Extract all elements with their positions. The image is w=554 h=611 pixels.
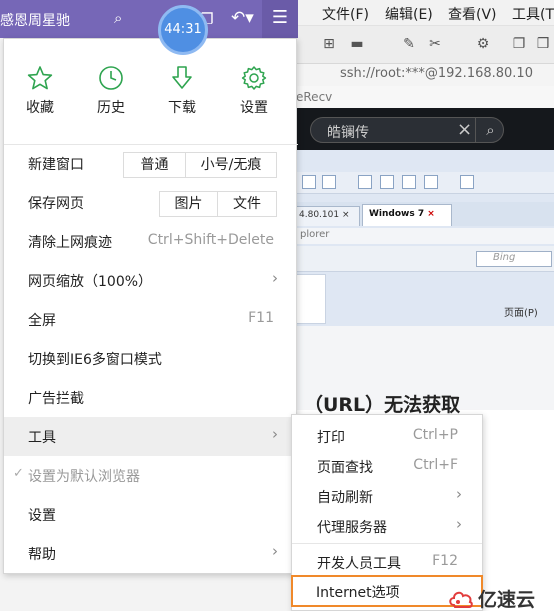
star-icon <box>27 66 53 90</box>
ssh-address: ssh://root:***@192.168.80.10 <box>296 64 554 86</box>
disconnect-icon[interactable]: ✂ <box>426 36 444 52</box>
quick-history[interactable]: 历史 <box>76 39 146 129</box>
toolbar-button-icon[interactable] <box>380 175 394 189</box>
search-icon[interactable]: ⌕ <box>475 118 505 142</box>
browser-titlebar: 感恩周星驰 ⌕ ❐ ↶▾ ☰ <box>0 0 298 38</box>
ie-page-menu[interactable]: 页面(P) <box>504 304 538 319</box>
page-title: 感恩周星驰 <box>0 13 70 29</box>
chevron-right-icon: › <box>456 485 462 503</box>
quick-history-label: 历史 <box>97 100 125 116</box>
menu-item-adblock[interactable]: 广告拦截 <box>4 378 298 417</box>
submenu-divider <box>292 543 482 544</box>
check-icon: ✓ <box>13 466 24 481</box>
toolbar-button-icon[interactable] <box>322 175 336 189</box>
video-search-box[interactable]: 皓镧传 × ⌕ <box>310 117 504 143</box>
submenu-item-print[interactable]: 打印 Ctrl+P <box>292 420 482 450</box>
submenu-item-auto-refresh[interactable]: 自动刷新 › <box>292 480 482 510</box>
toolbar-button-icon[interactable] <box>460 175 474 189</box>
remote-tabs: 4.80.101 × Windows 7 × <box>296 202 554 226</box>
open-folder-icon[interactable]: ▬ <box>348 36 366 52</box>
save-as-image-button[interactable]: 图片 <box>160 192 218 216</box>
new-window-options: 普通 小号/无痕 <box>123 152 277 178</box>
search-icon[interactable]: ⌕ <box>114 9 122 27</box>
menu-item-zoom[interactable]: 网页缩放（100%） › <box>4 261 298 300</box>
save-as-file-button[interactable]: 文件 <box>218 192 276 216</box>
menu-item-clear-traces[interactable]: 清除上网痕迹 Ctrl+Shift+Delete <box>4 222 298 261</box>
cloud-logo-icon <box>449 591 473 608</box>
quick-favorites[interactable]: 收藏 <box>5 39 75 129</box>
paste-icon[interactable]: ❒ <box>534 36 552 52</box>
ie-command-bar: 页面(P) <box>376 298 554 322</box>
menu-item-new-window: 新建窗口 普通 小号/无痕 <box>4 144 298 183</box>
ie-title: plorer <box>296 228 554 244</box>
undo-icon[interactable]: ↶▾ <box>231 8 254 28</box>
doc-heading: （URL）无法获取 <box>304 394 461 416</box>
watermark-text: 亿速云 <box>478 589 536 611</box>
chevron-right-icon: › <box>272 542 278 560</box>
copy-icon[interactable]: ❐ <box>510 36 528 52</box>
toolbar-button-icon[interactable] <box>424 175 438 189</box>
submenu-item-devtools[interactable]: 开发人员工具 F12 <box>292 546 482 576</box>
remote-tab-2[interactable]: Windows 7 × <box>362 204 452 226</box>
properties-icon[interactable]: ⚙ <box>474 36 492 52</box>
download-icon <box>172 66 192 89</box>
browser-main-menu: 收藏 历史 下载 设置 新建窗口 普通 小号/无痕 保存网页 图片 文件 清除上… <box>3 38 298 574</box>
ie-address-bar: Bing <box>296 246 554 272</box>
remote-toolbar <box>296 172 554 194</box>
background-toolbar: ⊞ ▬ ✎ ✂ ⚙ ❐ ❒ <box>296 26 554 64</box>
quick-settings[interactable]: 设置 <box>219 39 289 129</box>
menu-item-save-page: 保存网页 图片 文件 <box>4 183 298 222</box>
toolbar-button-icon[interactable] <box>358 175 372 189</box>
gear-icon <box>241 66 267 90</box>
remote-ie-window: 4.80.101 × Windows 7 × plorer Bing 页面(P) <box>296 150 554 410</box>
menu-tools[interactable]: 工具(T <box>512 4 554 24</box>
watermark: 亿速云 <box>448 585 554 611</box>
menu-item-fullscreen[interactable]: 全屏 F11 <box>4 300 298 339</box>
clear-icon[interactable]: × <box>457 119 472 140</box>
ie-search-field[interactable]: Bing <box>476 251 552 267</box>
ie-panel <box>296 274 326 324</box>
background-recv-label: eRecv <box>296 86 554 108</box>
menu-edit[interactable]: 编辑(E) <box>385 4 433 24</box>
new-window-incognito-button[interactable]: 小号/无痕 <box>186 153 276 177</box>
timer-badge: 44:31 <box>158 5 208 55</box>
submenu-item-proxy[interactable]: 代理服务器 › <box>292 510 482 540</box>
menu-file[interactable]: 文件(F) <box>322 4 369 24</box>
menu-item-settings[interactable]: 设置 <box>4 495 298 534</box>
menu-item-tools[interactable]: 工具 › <box>4 417 298 456</box>
quick-settings-label: 设置 <box>240 100 268 116</box>
quick-favorites-label: 收藏 <box>26 100 54 116</box>
save-page-options: 图片 文件 <box>159 191 277 217</box>
video-site-header: 皓镧传 × ⌕ <box>296 108 554 150</box>
menu-item-default-browser[interactable]: ✓ 设置为默认浏览器 <box>4 456 298 495</box>
chevron-right-icon: › <box>272 425 278 443</box>
menu-view[interactable]: 查看(V) <box>448 4 497 24</box>
background-menubar: 文件(F) 编辑(E) 查看(V) 工具(T <box>296 0 554 26</box>
menu-button[interactable]: ☰ <box>262 0 298 38</box>
menu-item-ie6-mode[interactable]: 切换到IE6多窗口模式 <box>4 339 298 378</box>
wand-icon[interactable]: ✎ <box>400 36 418 52</box>
clock-icon <box>99 66 123 90</box>
tools-submenu: 打印 Ctrl+P 页面查找 Ctrl+F 自动刷新 › 代理服务器 › 开发人… <box>291 414 483 611</box>
menu-item-help[interactable]: 帮助 › <box>4 534 298 573</box>
new-window-normal-button[interactable]: 普通 <box>124 153 186 177</box>
chevron-right-icon: › <box>456 515 462 533</box>
chevron-right-icon: › <box>272 269 278 287</box>
toolbar-button-icon[interactable] <box>302 175 316 189</box>
toolbar-button-icon[interactable] <box>402 175 416 189</box>
submenu-item-find[interactable]: 页面查找 Ctrl+F <box>292 450 482 480</box>
remote-tab-1[interactable]: 4.80.101 × <box>296 206 360 226</box>
new-session-icon[interactable]: ⊞ <box>320 36 338 52</box>
quick-downloads-label: 下载 <box>168 100 196 116</box>
